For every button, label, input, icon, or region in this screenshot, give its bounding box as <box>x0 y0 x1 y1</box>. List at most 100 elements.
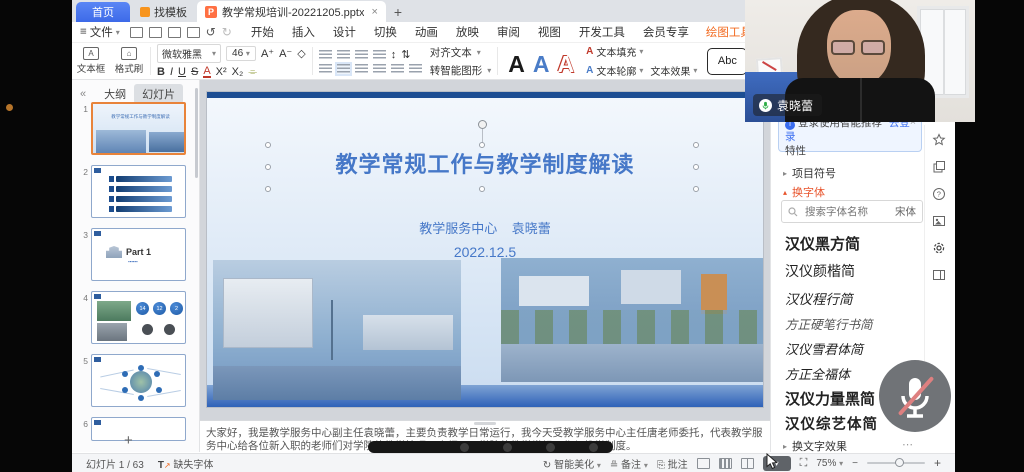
image-panel-icon[interactable] <box>932 214 946 228</box>
selection-handle[interactable] <box>479 186 485 192</box>
wordart-style-black[interactable]: A <box>508 49 525 79</box>
italic-button[interactable]: I <box>170 66 173 78</box>
selection-handle[interactable] <box>265 164 271 170</box>
print-icon[interactable] <box>168 27 181 38</box>
textbox-button[interactable]: A文本框 <box>72 43 110 79</box>
subscript-button[interactable]: X₂ <box>232 66 244 78</box>
font-filter-select[interactable]: 宋体 <box>895 204 916 219</box>
sidebar-scrollbar[interactable] <box>195 88 198 178</box>
bold-button[interactable]: B <box>157 66 165 78</box>
font-item[interactable]: 汉仪综艺体简 <box>785 413 878 434</box>
selection-handle[interactable] <box>479 142 485 148</box>
more-options[interactable]: ⋯ <box>902 438 915 451</box>
superscript-button[interactable]: X² <box>216 66 227 78</box>
font-item[interactable]: 汉仪黑方简 <box>785 233 860 254</box>
collapse-panel-icon[interactable]: « <box>80 88 86 100</box>
font-item[interactable]: 汉仪雪君体简 <box>785 339 863 358</box>
slide-thumbnail-3[interactable]: Part 1 ▪▪▪▪▪▪ <box>91 228 186 281</box>
text-preset-black[interactable]: Abc <box>707 48 747 75</box>
increase-font-icon[interactable]: A⁺ <box>261 47 274 60</box>
font-search-box[interactable]: 宋体 <box>781 200 923 223</box>
selection-handle[interactable] <box>693 186 699 192</box>
help-icon[interactable]: ? <box>932 187 946 201</box>
numbered-list-icon[interactable] <box>337 50 350 60</box>
slide-thumbnail-1[interactable]: 教学常规工作与教学制度解读 <box>91 102 186 155</box>
menu-item-review[interactable]: 审阅 <box>488 24 529 40</box>
align-text-button[interactable]: 对齐文本 <box>430 45 472 60</box>
font-item[interactable]: 方正全福体 <box>785 364 850 383</box>
columns-icon[interactable] <box>409 64 422 74</box>
menu-item-home[interactable]: 开始 <box>242 24 283 40</box>
align-center-icon[interactable] <box>337 64 350 74</box>
slide-thumbnail-6[interactable] <box>91 417 186 441</box>
selection-handle[interactable] <box>693 142 699 148</box>
preview-icon[interactable] <box>187 27 200 38</box>
mute-microphone-button[interactable] <box>879 360 951 432</box>
reader-panel-icon[interactable] <box>932 268 946 282</box>
redo-icon[interactable]: ↻ <box>222 25 232 39</box>
settings-gear-icon[interactable] <box>932 241 946 255</box>
text-direction-icon[interactable]: ↕ <box>391 49 397 61</box>
zoom-slider[interactable] <box>867 462 925 464</box>
fit-slide-icon[interactable]: ⛶ <box>800 457 808 470</box>
wordart-style-red[interactable]: A <box>557 49 574 79</box>
favorite-star-icon[interactable] <box>932 133 946 147</box>
smart-graphic-button[interactable]: 转智能图形 <box>430 63 483 78</box>
menu-item-view[interactable]: 视图 <box>529 24 570 40</box>
strikethrough-button[interactable]: S <box>191 66 198 78</box>
menu-item-member[interactable]: 会员专享 <box>634 24 698 40</box>
slide-date-text[interactable]: 2022.12.5 <box>207 244 763 260</box>
zoom-level[interactable]: 75% ▾ <box>816 458 843 469</box>
save-icon[interactable] <box>130 27 143 38</box>
clear-format-icon[interactable]: ◇ <box>297 47 305 60</box>
font-item[interactable]: 汉仪颜楷简 <box>785 261 855 281</box>
meeting-control-bar[interactable] <box>368 441 613 453</box>
slide-editor[interactable]: 教学常规工作与教学制度解读 教学服务中心 袁晓蕾 2022.12.5 <box>207 92 763 407</box>
text-fill-button[interactable]: 文本填充 <box>596 44 636 59</box>
tab-close-icon[interactable]: × <box>371 6 377 18</box>
font-item[interactable]: 汉仪程行简 <box>785 288 853 308</box>
file-menu[interactable]: ≡ 文件 ▾ <box>80 24 120 40</box>
highlight-color-icon[interactable]: ⌯ <box>248 66 257 79</box>
justify-icon[interactable] <box>373 64 386 74</box>
wordart-style-blue[interactable]: A <box>533 49 550 79</box>
font-color-button[interactable]: A <box>203 66 210 78</box>
underline-button[interactable]: U <box>178 66 186 78</box>
reading-view-icon[interactable] <box>741 458 754 469</box>
menu-item-design[interactable]: 设计 <box>324 24 365 40</box>
notes-resize-handle[interactable] <box>474 422 496 425</box>
increase-indent-icon[interactable] <box>373 50 386 60</box>
campus-photo-right[interactable] <box>501 258 763 382</box>
tab-document[interactable]: P 教学常规培训-20221205.pptx × <box>197 1 386 22</box>
font-search-input[interactable] <box>803 205 889 219</box>
slide-thumbnail-4[interactable]: 14 12 2 <box>91 291 186 344</box>
meeting-control-dot[interactable] <box>589 443 598 452</box>
distribute-icon[interactable] <box>391 64 404 74</box>
rotate-handle[interactable] <box>478 120 487 129</box>
section-bullet-symbols[interactable]: ▸ 项目符号 <box>783 165 836 181</box>
comments-button[interactable]: ⎘ 批注 <box>657 456 688 471</box>
section-text-effects[interactable]: ▸ 换文字效果 <box>783 438 847 454</box>
decrease-indent-icon[interactable] <box>355 50 368 60</box>
beautify-button[interactable]: ↻ 智能美化 ▾ <box>543 456 601 471</box>
menu-item-transition[interactable]: 切换 <box>365 24 406 40</box>
slide-thumbnail-2[interactable] <box>91 165 186 218</box>
menu-item-animation[interactable]: 动画 <box>406 24 447 40</box>
selection-handle[interactable] <box>265 142 271 148</box>
slide-sorter-view-icon[interactable] <box>719 458 732 469</box>
line-spacing-icon[interactable]: ⇅ <box>401 48 410 61</box>
zoom-in-button[interactable]: + <box>934 456 941 470</box>
selection-handle[interactable] <box>693 164 699 170</box>
new-tab-button[interactable]: + <box>394 2 402 22</box>
font-item[interactable]: 方正硬笔行书简 <box>785 314 873 333</box>
font-name-select[interactable]: 微软雅黑▾ <box>157 44 221 63</box>
section-change-font[interactable]: ▴ 换字体 <box>783 184 825 200</box>
campus-photo-left[interactable] <box>213 260 461 400</box>
font-item[interactable]: 汉仪力量黑简 <box>785 388 875 409</box>
meeting-control-dot[interactable] <box>546 443 555 452</box>
menu-item-slideshow[interactable]: 放映 <box>447 24 488 40</box>
slide-subtitle-text[interactable]: 教学服务中心 袁晓蕾 <box>207 218 763 237</box>
menu-item-devtools[interactable]: 开发工具 <box>570 24 634 40</box>
tab-slides[interactable]: 幻灯片 <box>134 84 183 104</box>
normal-view-icon[interactable] <box>697 458 710 469</box>
